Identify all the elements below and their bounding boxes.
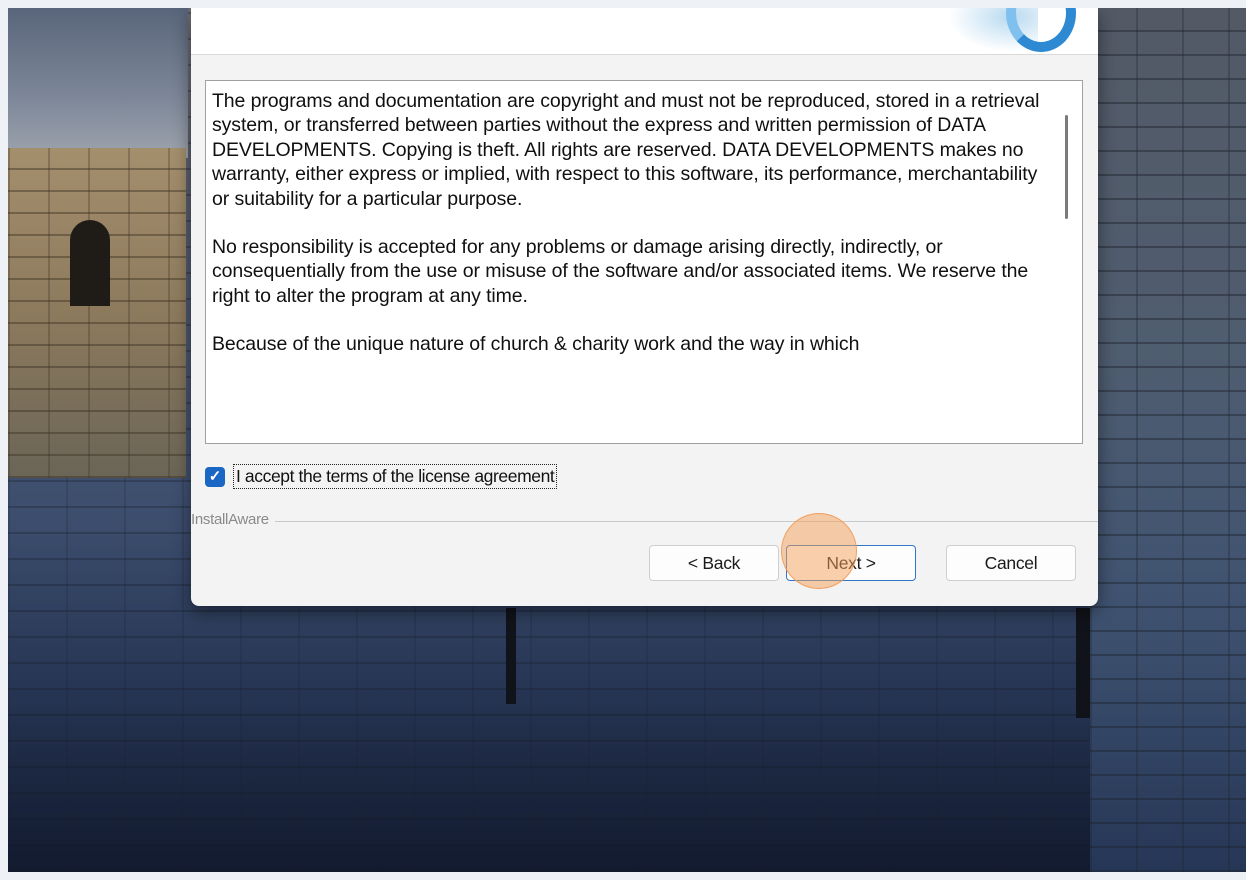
accept-license-checkbox[interactable]: ✓ xyxy=(205,467,225,487)
accept-license-label[interactable]: I accept the terms of the license agreem… xyxy=(232,463,558,489)
castle-tower-right xyxy=(1090,8,1246,872)
license-paragraph: The programs and documentation are copyr… xyxy=(212,90,1040,210)
desktop-background: The programs and documentation are copyr… xyxy=(8,8,1246,872)
castle-slit xyxy=(1076,608,1090,718)
sky-area xyxy=(8,8,188,158)
castle-tower-left xyxy=(8,148,186,478)
castle-window-opening xyxy=(70,220,110,306)
cancel-button[interactable]: Cancel xyxy=(946,545,1076,581)
back-button[interactable]: < Back xyxy=(649,545,779,581)
brand-divider xyxy=(191,521,1098,522)
next-button[interactable]: Next > xyxy=(786,545,916,581)
accept-license-row[interactable]: ✓ I accept the terms of the license agre… xyxy=(205,463,558,489)
castle-slit xyxy=(506,608,516,704)
license-text: The programs and documentation are copyr… xyxy=(212,89,1042,381)
checkmark-icon: ✓ xyxy=(208,468,222,485)
license-scrollbar-thumb[interactable] xyxy=(1065,115,1068,219)
license-text-area[interactable]: The programs and documentation are copyr… xyxy=(205,80,1083,444)
license-paragraph: Because of the unique nature of church &… xyxy=(212,333,860,356)
installer-dialog: The programs and documentation are copyr… xyxy=(191,8,1098,606)
license-paragraph: No responsibility is accepted for any pr… xyxy=(212,236,1029,307)
installer-banner xyxy=(191,8,1098,55)
installer-brand-label: InstallAware xyxy=(191,511,275,528)
